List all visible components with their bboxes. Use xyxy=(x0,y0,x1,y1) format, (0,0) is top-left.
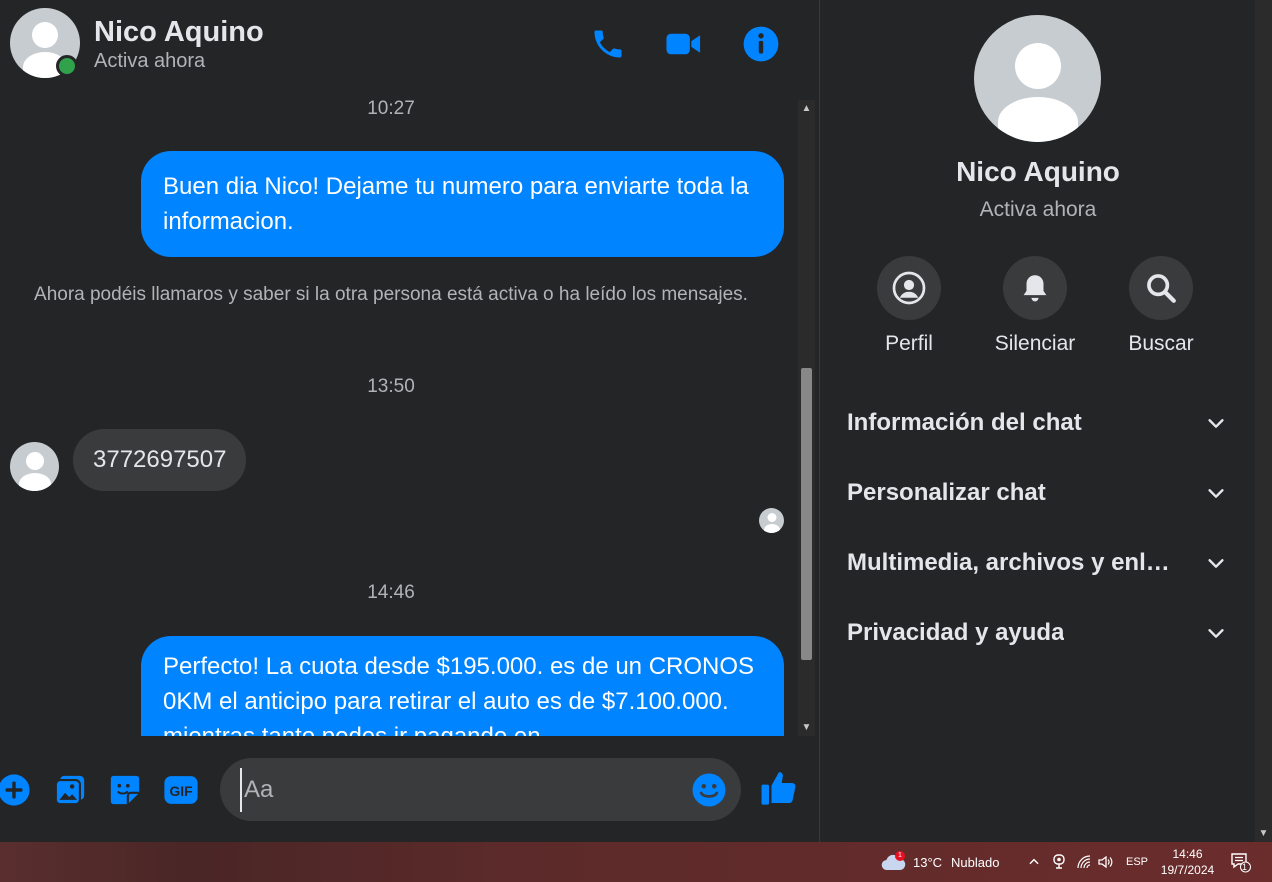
section-privacy-help[interactable]: Privacidad y ayuda xyxy=(847,613,1227,653)
message-scrollbar[interactable]: ▲ ▼ xyxy=(798,100,815,736)
info-contact-status: Activa ahora xyxy=(979,198,1097,221)
input-language-indicator[interactable]: ESP xyxy=(1126,842,1148,882)
section-media-files-links[interactable]: Multimedia, archivos y enlaces xyxy=(847,543,1227,583)
outgoing-message[interactable]: Perfecto! La cuota desde $195.000. es de… xyxy=(141,636,784,736)
profile-action-label: Perfil xyxy=(885,332,933,355)
chevron-down-icon xyxy=(1208,489,1224,498)
search-action[interactable]: Buscar xyxy=(1106,256,1216,356)
chevron-down-icon xyxy=(1208,559,1224,568)
chat-header: Nico Aquino Activa ahora xyxy=(0,0,818,88)
section-customize-chat[interactable]: Personalizar chat xyxy=(847,473,1227,513)
gif-button[interactable]: GIF xyxy=(163,772,199,808)
notification-icon xyxy=(1231,853,1251,873)
windows-taskbar: 1 13°C Nublado ESP 14:46 19/7/2024 1 xyxy=(0,842,1272,882)
section-title: Multimedia, archivos y enlaces xyxy=(847,549,1177,576)
audio-call-button[interactable] xyxy=(588,24,628,64)
thumbs-up-icon xyxy=(761,772,796,805)
section-title: Privacidad y ayuda xyxy=(847,619,1065,646)
sticker-icon xyxy=(110,775,140,805)
weather-widget[interactable] xyxy=(880,842,906,882)
mute-action-label: Silenciar xyxy=(994,332,1076,355)
gif-icon: GIF xyxy=(164,776,198,804)
wifi-icon xyxy=(1077,855,1091,869)
sticker-button[interactable] xyxy=(107,772,143,808)
plus-circle-icon xyxy=(0,774,30,806)
profile-action[interactable]: Perfil xyxy=(854,256,964,356)
weather-temperature[interactable]: 13°C xyxy=(913,842,942,882)
section-title: Personalizar chat xyxy=(847,479,1046,506)
mute-action[interactable]: Silenciar xyxy=(980,256,1090,356)
info-contact-avatar[interactable] xyxy=(974,15,1101,142)
section-chat-info[interactable]: Información del chat xyxy=(847,403,1227,443)
conversation-info-panel: Nico Aquino Activa ahora Perfil Silencia… xyxy=(819,0,1255,842)
search-icon xyxy=(1147,274,1176,303)
notification-count: 1 xyxy=(1242,862,1248,872)
incoming-message[interactable]: 3772697507 xyxy=(73,429,247,491)
search-action-label: Buscar xyxy=(1128,332,1194,355)
clock-time: 14:46 xyxy=(1172,847,1203,861)
message-timestamp: 13:50 xyxy=(367,376,415,397)
section-title: Información del chat xyxy=(847,409,1082,436)
sender-avatar[interactable] xyxy=(10,442,59,491)
send-like-button[interactable] xyxy=(759,768,799,808)
phone-icon xyxy=(594,30,622,58)
emoji-button[interactable] xyxy=(691,772,727,808)
message-list[interactable]: 10:27 Buen dia Nico! Dejame tu numero pa… xyxy=(0,88,798,736)
speaker-icon xyxy=(1098,855,1113,869)
photo-gallery-icon xyxy=(54,775,85,806)
scroll-thumb[interactable] xyxy=(801,368,812,660)
weather-condition[interactable]: Nublado xyxy=(951,842,999,882)
message-input-container xyxy=(220,758,741,821)
message-timestamp: 10:27 xyxy=(367,98,415,119)
video-camera-icon xyxy=(666,33,701,55)
conversation-info-button[interactable] xyxy=(741,24,781,64)
page-scrollbar[interactable]: ▼ xyxy=(1255,0,1272,842)
contact-status: Activa ahora xyxy=(94,50,206,72)
chat-panel: Nico Aquino Activa ahora 10:27 Buen dia … xyxy=(0,0,818,842)
more-actions-button[interactable] xyxy=(0,772,32,808)
meet-now-button[interactable] xyxy=(1052,842,1066,882)
webcam-icon xyxy=(1053,854,1065,869)
scroll-down-arrow-icon[interactable]: ▼ xyxy=(1255,825,1272,842)
info-icon xyxy=(743,26,779,62)
seen-receipt-avatar xyxy=(759,508,784,533)
contact-name[interactable]: Nico Aquino xyxy=(94,16,264,49)
bell-icon xyxy=(1023,275,1047,302)
volume-button[interactable] xyxy=(1097,842,1115,882)
chevron-up-icon xyxy=(1029,858,1039,865)
svg-text:GIF: GIF xyxy=(169,783,192,799)
message-input[interactable] xyxy=(240,768,680,812)
attach-photo-button[interactable] xyxy=(52,772,88,808)
clock-date: 19/7/2024 xyxy=(1160,863,1215,877)
notification-center-button[interactable]: 1 xyxy=(1230,842,1252,882)
scroll-up-arrow-icon[interactable]: ▲ xyxy=(798,100,815,117)
online-indicator xyxy=(56,55,78,77)
message-timestamp: 14:46 xyxy=(367,582,415,603)
chevron-down-icon xyxy=(1208,419,1224,428)
info-contact-name: Nico Aquino xyxy=(956,156,1120,187)
message-composer: GIF xyxy=(0,736,818,842)
show-hidden-icons-button[interactable] xyxy=(1027,842,1041,882)
chevron-down-icon xyxy=(1208,629,1224,638)
weather-alert-badge: 1 xyxy=(895,851,905,861)
scroll-down-arrow-icon[interactable]: ▼ xyxy=(798,719,815,736)
video-call-button[interactable] xyxy=(664,24,704,64)
smiley-face-icon xyxy=(692,773,726,807)
network-button[interactable] xyxy=(1076,842,1092,882)
system-clock[interactable]: 14:46 19/7/2024 xyxy=(1150,846,1225,878)
system-notice: Ahora podéis llamaros y saber si la otra… xyxy=(34,284,748,305)
messenger-app: Nico Aquino Activa ahora 10:27 Buen dia … xyxy=(0,0,1272,842)
profile-icon xyxy=(892,271,926,305)
outgoing-message[interactable]: Buen dia Nico! Dejame tu numero para env… xyxy=(141,151,784,257)
